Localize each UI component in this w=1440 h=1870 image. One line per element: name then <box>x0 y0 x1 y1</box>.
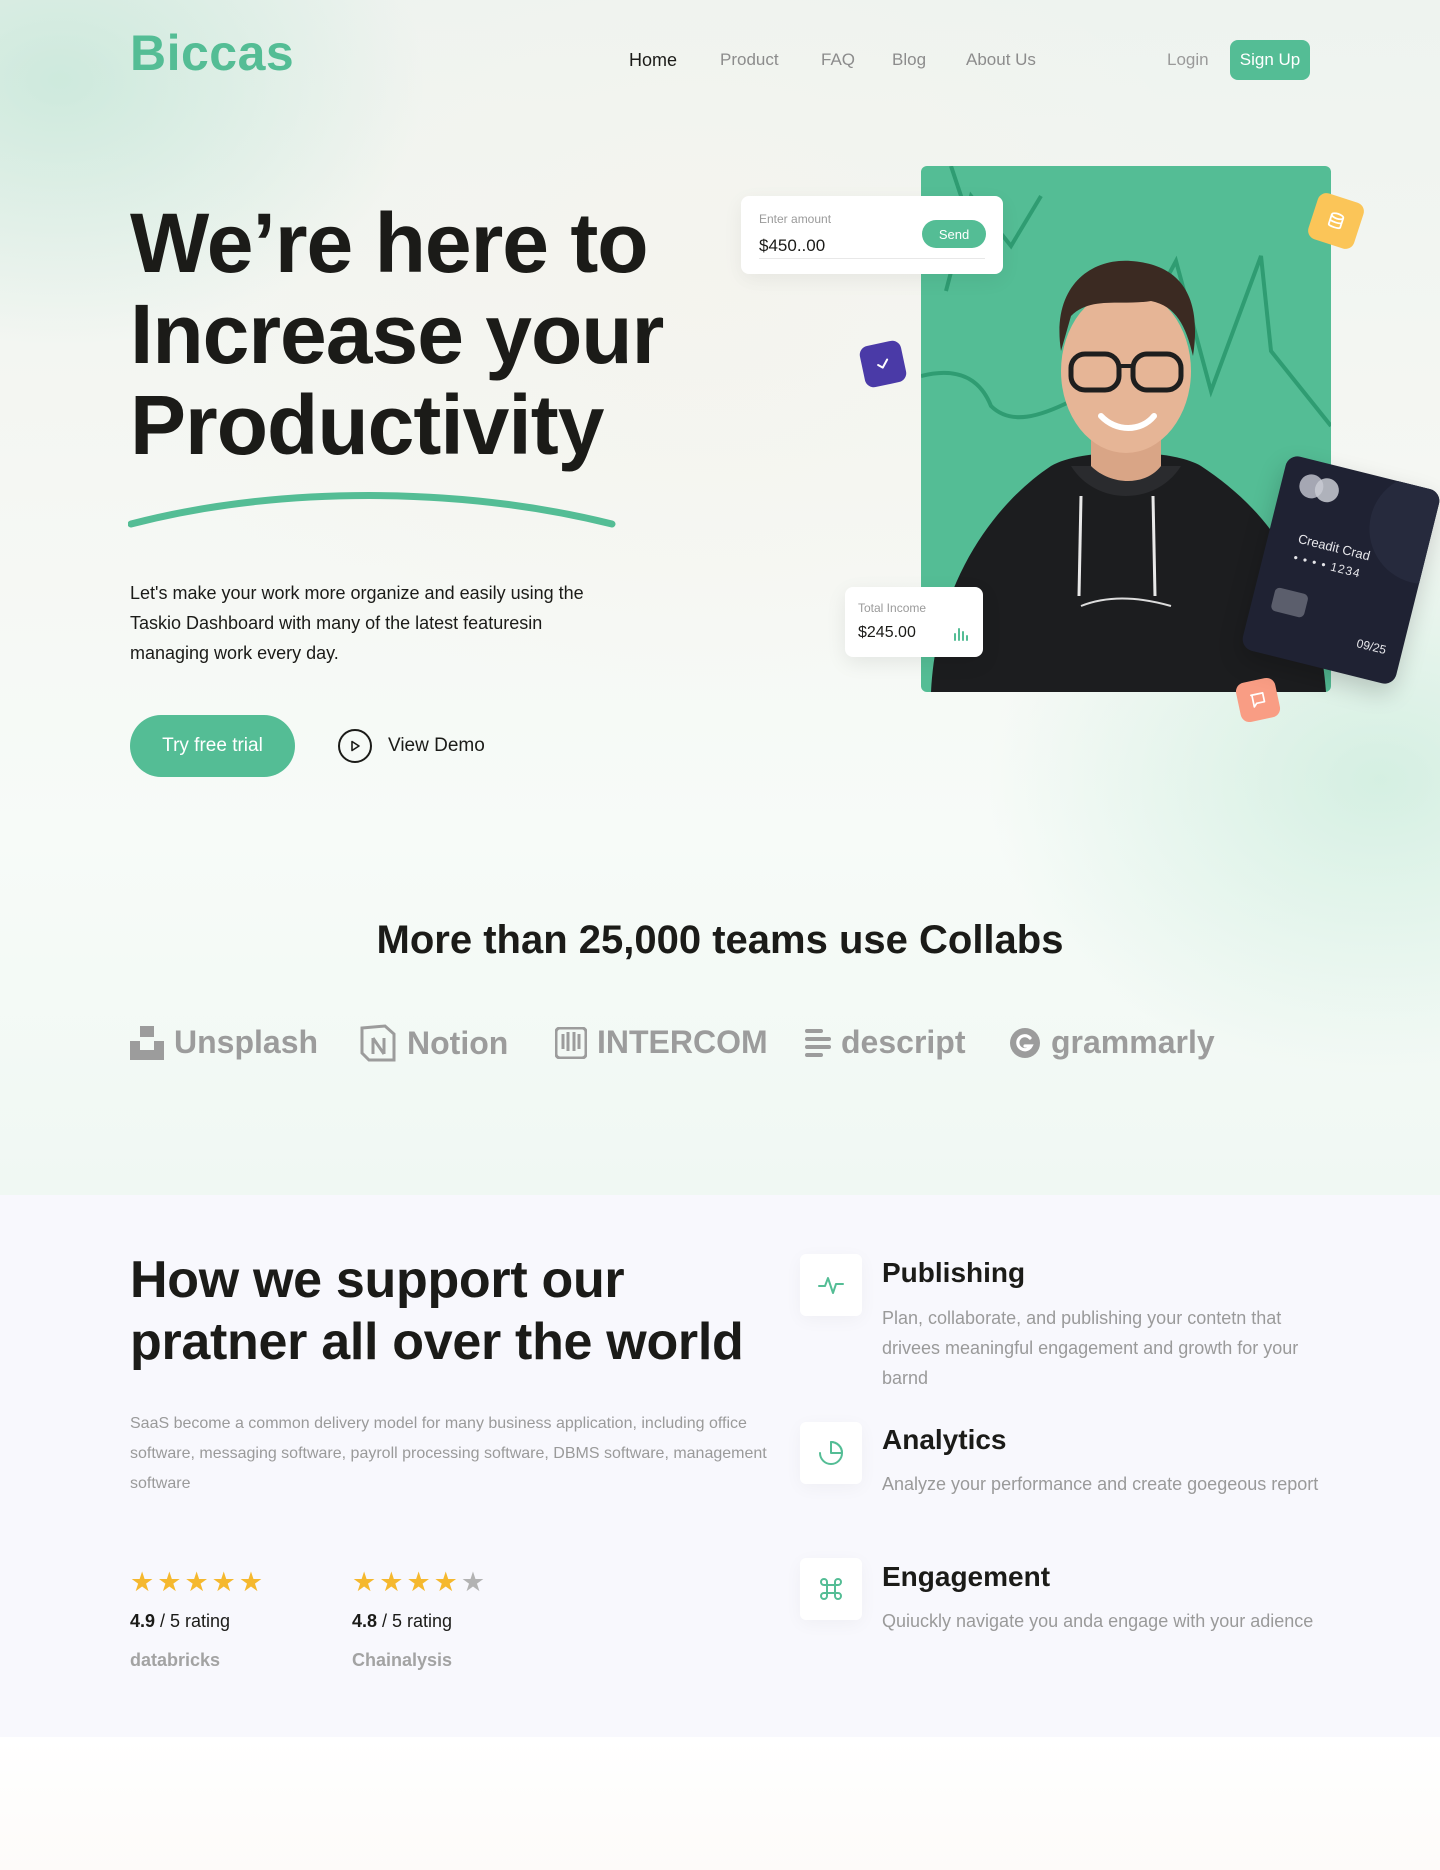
nav-home[interactable]: Home <box>629 50 677 71</box>
descript-icon <box>805 1028 831 1057</box>
star-icon: ★ <box>433 1567 458 1597</box>
brand-notion: Notion <box>359 1024 508 1062</box>
support-section: How we support our pratner all over the … <box>0 1195 1440 1737</box>
rating-score: 4.8 / 5 rating <box>352 1611 485 1632</box>
hero-section: Biccas Home Product FAQ Blog About Us Lo… <box>0 0 1440 1195</box>
feature-desc-analytics: Analyze your performance and create goeg… <box>882 1474 1319 1494</box>
brand-label: descript <box>841 1024 966 1060</box>
nav-about-us[interactable]: About Us <box>966 50 1036 70</box>
brand-logo[interactable]: Biccas <box>130 24 294 82</box>
rating-databricks: ★ ★ ★ ★ ★ 4.9 / 5 rating databricks <box>130 1567 263 1671</box>
rating-company: Chainalysis <box>352 1650 453 1670</box>
brand-label: Unsplash <box>174 1024 319 1060</box>
hero-title-line-1: We’re here to <box>130 196 649 290</box>
star-icon: ★ <box>157 1567 182 1597</box>
support-title-line-1: How we support our <box>130 1251 625 1309</box>
amount-underline <box>759 258 985 259</box>
income-label: Total Income <box>858 601 927 615</box>
activity-icon <box>800 1254 862 1316</box>
notion-icon <box>360 1024 396 1062</box>
brand-intercom: INTERCOM <box>555 1024 768 1061</box>
hero-title: We’re here to Increase your Productivity <box>130 198 750 471</box>
star-icon: ★ <box>184 1567 209 1597</box>
login-link[interactable]: Login <box>1167 50 1209 70</box>
amount-input[interactable]: $450..00 <box>759 236 825 256</box>
grammarly-icon <box>1010 1027 1040 1058</box>
next-section-background <box>0 1737 1440 1870</box>
rating-chainalysis: ★ ★ ★ ★ ★ 4.8 / 5 rating Chainalysis <box>352 1567 485 1671</box>
income-value: $245.00 <box>858 624 916 641</box>
star-rating: ★ ★ ★ ★ ★ <box>130 1567 263 1597</box>
feature-title-analytics: Analytics <box>882 1424 1007 1455</box>
message-icon <box>1234 676 1282 724</box>
brand-grammarly: grammarly <box>1009 1024 1215 1061</box>
star-icon: ★ <box>352 1567 377 1597</box>
hero-description: Let's make your work more organize and e… <box>130 583 584 663</box>
brand-unsplash: Unsplash <box>130 1024 318 1061</box>
hero-title-line-3: Productivity <box>130 378 604 472</box>
feature-desc-engagement: Quiuckly navigate you anda engage with y… <box>882 1611 1314 1631</box>
pie-chart-icon <box>800 1422 862 1484</box>
support-title-line-2: pratner all over the world <box>130 1313 744 1371</box>
signup-button[interactable]: Sign Up <box>1230 40 1310 80</box>
nav-faq[interactable]: FAQ <box>821 50 855 70</box>
checkmark-icon <box>858 339 908 389</box>
star-icon: ★ <box>130 1567 155 1597</box>
feature-title-publishing: Publishing <box>882 1257 1026 1288</box>
play-icon <box>338 729 372 763</box>
feature-desc-publishing: Plan, collaborate, and publishing your c… <box>882 1308 1299 1388</box>
hero-title-line-2: Increase your <box>130 287 664 381</box>
rating-value: 4.9 <box>130 1611 156 1631</box>
rating-suffix: / 5 rating <box>155 1611 231 1631</box>
star-empty-icon: ★ <box>460 1567 486 1597</box>
amount-label: Enter amount <box>759 212 832 226</box>
total-income-card: Total Income $245.00 <box>845 587 983 657</box>
intercom-icon <box>555 1026 587 1059</box>
star-icon: ★ <box>211 1567 236 1597</box>
rating-score: 4.9 / 5 rating <box>130 1611 263 1632</box>
feature-title-engagement: Engagement <box>882 1561 1051 1592</box>
star-icon: ★ <box>406 1567 431 1597</box>
nav-product[interactable]: Product <box>720 50 779 70</box>
nav-blog[interactable]: Blog <box>892 50 926 70</box>
try-free-trial-button[interactable]: Try free trial <box>130 715 295 777</box>
view-demo-label: View Demo <box>388 735 485 756</box>
amount-card: Enter amount $450..00 Send <box>741 196 1003 274</box>
rating-company: databricks <box>130 1650 221 1670</box>
support-description: SaaS become a common delivery model for … <box>130 1415 767 1492</box>
title-underline-swoosh <box>128 492 616 528</box>
support-title: How we support our pratner all over the … <box>130 1249 770 1373</box>
rating-value: 4.8 <box>352 1611 378 1631</box>
brand-label: Notion <box>407 1024 509 1061</box>
brand-label: grammarly <box>1051 1024 1215 1060</box>
star-icon: ★ <box>379 1567 404 1597</box>
star-icon: ★ <box>238 1567 264 1597</box>
rating-suffix: / 5 rating <box>377 1611 453 1631</box>
brand-descript: descript <box>805 1024 965 1061</box>
brand-label: INTERCOM <box>597 1024 768 1060</box>
view-demo-button[interactable]: View Demo <box>338 729 485 763</box>
bar-chart-icon <box>954 628 968 641</box>
send-button[interactable]: Send <box>922 220 986 248</box>
command-icon <box>800 1558 862 1620</box>
teams-title: More than 25,000 teams use Collabs <box>376 918 1064 962</box>
unsplash-icon <box>130 1025 164 1060</box>
star-rating: ★ ★ ★ ★ ★ <box>352 1567 485 1597</box>
